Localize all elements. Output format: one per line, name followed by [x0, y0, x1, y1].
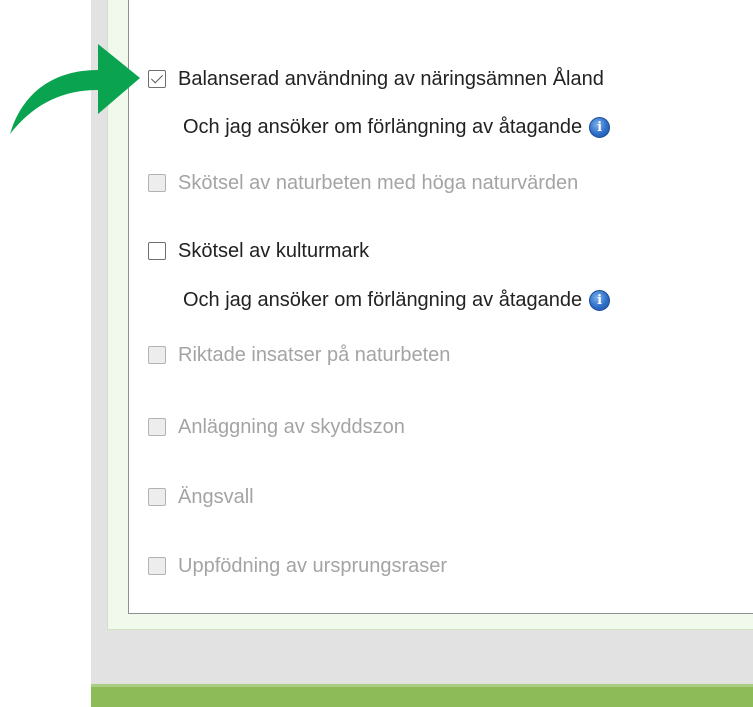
option-skotsel-kulturmark[interactable]: Skötsel av kulturmark — [148, 236, 369, 266]
option-label: Uppfödning av ursprungsraser — [178, 554, 448, 577]
option-uppfodning-ursprungsraser: Uppfödning av ursprungsraser — [148, 551, 447, 581]
checkbox-disabled — [148, 346, 166, 364]
info-icon[interactable]: i — [589, 289, 611, 311]
option-label: Riktade insatser på naturbeten — [178, 343, 451, 366]
page: Balanserad användning av näringsämnen Ål… — [0, 0, 753, 707]
extension-row-2: Och jag ansöker om förlängning av åtagan… — [183, 285, 611, 315]
checkbox-disabled — [148, 174, 166, 192]
extension-label: Och jag ansöker om förlängning av åtagan… — [183, 288, 583, 311]
checkbox-disabled — [148, 418, 166, 436]
option-angsvall: Ängsvall — [148, 482, 254, 512]
extension-row-1: Och jag ansöker om förlängning av åtagan… — [183, 112, 611, 142]
curved-arrow-icon — [10, 44, 140, 134]
option-anlaggning-skyddszon: Anläggning av skyddszon — [148, 412, 405, 442]
footer-bar — [91, 684, 753, 707]
option-label: Skötsel av naturbeten med höga naturvärd… — [178, 171, 579, 194]
option-label: Skötsel av kulturmark — [178, 239, 370, 262]
checkbox-unchecked[interactable] — [148, 242, 166, 260]
extension-label: Och jag ansöker om förlängning av åtagan… — [183, 115, 583, 138]
option-skotsel-naturbeten: Skötsel av naturbeten med höga naturvärd… — [148, 168, 578, 198]
option-balanserad-anvandning[interactable]: Balanserad användning av näringsämnen Ål… — [148, 64, 604, 94]
checkbox-disabled — [148, 488, 166, 506]
checkbox-disabled — [148, 557, 166, 575]
checkbox-checked[interactable] — [148, 70, 166, 88]
option-riktade-insatser: Riktade insatser på naturbeten — [148, 340, 450, 370]
option-label: Balanserad användning av näringsämnen Ål… — [178, 67, 604, 90]
option-label: Anläggning av skyddszon — [178, 415, 405, 438]
info-icon[interactable]: i — [589, 116, 611, 138]
option-label: Ängsvall — [178, 485, 254, 508]
